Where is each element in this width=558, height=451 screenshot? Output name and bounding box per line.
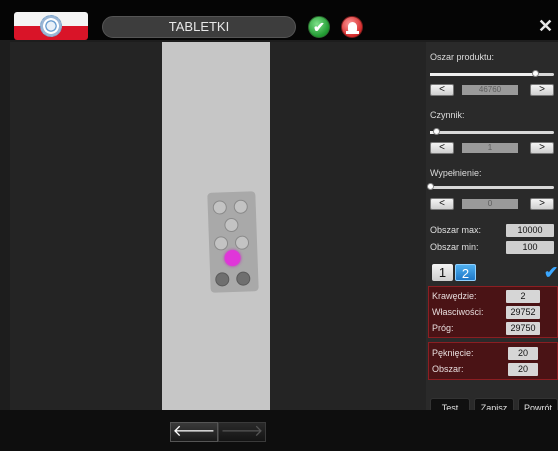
area-section: Oszar produktu: [430, 52, 558, 62]
pill-pocket [213, 236, 229, 251]
factor-increment-button[interactable]: > [530, 142, 554, 154]
camera-view [10, 42, 426, 410]
confirm-button[interactable]: ✔ [308, 16, 330, 38]
tab-2[interactable]: 2 [455, 264, 476, 281]
fill-stepper: < 0 > [430, 198, 554, 210]
threshold-label: Próg: [432, 323, 454, 333]
pill-pocket [233, 199, 249, 214]
settings-panel: Oszar produktu: < 46760 > Czynnik: < 1 >… [426, 42, 558, 418]
alarm-lamp-icon [348, 22, 357, 31]
poland-flag-logo [14, 12, 88, 40]
area-slider-fill [430, 73, 536, 76]
area-slider-knob[interactable] [532, 70, 540, 77]
area-decrement-button[interactable]: < [430, 84, 454, 96]
area-label: Oszar produktu: [430, 52, 495, 62]
factor-section: Czynnik: [430, 110, 558, 120]
factor-stepper: < 1 > [430, 142, 554, 154]
pill-pocket [234, 235, 250, 250]
area-value: 46760 [462, 85, 518, 95]
factor-decrement-button[interactable]: < [430, 142, 454, 154]
threshold-row: Próg: 29750 [432, 322, 554, 336]
area-max-label: Obszar max: [430, 225, 482, 235]
fill-label: Wypełnienie: [430, 168, 482, 178]
bottom-bar: 🡐 🡒 [0, 410, 558, 451]
next-image-button[interactable]: 🡒 [218, 422, 266, 442]
checkmark-icon: ✔ [544, 263, 558, 282]
pill-pocket [215, 272, 230, 287]
area-min-label: Obszar min: [430, 242, 479, 252]
area-increment-button[interactable]: > [530, 84, 554, 96]
close-button[interactable]: ✕ [538, 14, 558, 38]
fill-value: 0 [462, 199, 518, 209]
pill-pocket [236, 271, 251, 286]
factor-slider-knob[interactable] [433, 128, 441, 135]
emblem-icon [40, 15, 62, 37]
props-row: Własciwości: 29752 [432, 306, 554, 320]
pill-pocket [212, 200, 228, 215]
arrow-left-icon: 🡐 [172, 423, 216, 440]
fill-decrement-button[interactable]: < [430, 198, 454, 210]
fill-section: Wypełnienie: [430, 168, 558, 178]
area-slider[interactable] [430, 70, 554, 77]
crack-row: Pęknięcie: 20 [432, 347, 554, 361]
checkmark-icon: ✔ [313, 19, 325, 35]
fill-increment-button[interactable]: > [530, 198, 554, 210]
area-max-input[interactable]: 10000 [506, 224, 554, 237]
app-window: TABLETKI ✔ ✕ Oszar produktu: < 46760 > C… [0, 0, 558, 451]
edges-input[interactable]: 2 [506, 290, 540, 303]
blister-pack [207, 191, 259, 293]
window-title: TABLETKI [102, 16, 296, 38]
area-stepper: < 46760 > [430, 84, 554, 96]
image-navigation: 🡐 🡒 [170, 422, 266, 442]
fill-slider-knob[interactable] [427, 183, 434, 190]
crack-label: Pęknięcie: [432, 348, 474, 358]
area-min-input[interactable]: 100 [506, 241, 554, 254]
crack-area-input[interactable]: 20 [508, 363, 538, 376]
factor-value: 1 [462, 143, 518, 153]
area-min-row: Obszar min: 100 [430, 241, 554, 255]
fill-slider[interactable] [427, 183, 554, 190]
enable-checkbox[interactable]: ✔ [544, 264, 558, 282]
alarm-button[interactable] [341, 16, 363, 38]
detected-defect-marker [224, 249, 241, 267]
crack-settings-group: Pęknięcie: 20 Obszar: 20 [428, 342, 558, 380]
crack-area-row: Obszar: 20 [432, 363, 554, 377]
threshold-input[interactable]: 29750 [506, 322, 540, 335]
props-input[interactable]: 29752 [506, 306, 540, 319]
tab-1[interactable]: 1 [432, 264, 453, 281]
crack-area-label: Obszar: [432, 364, 464, 374]
pill-pocket [224, 217, 239, 233]
edge-settings-group: Krawędzie: 2 Własciwości: 29752 Próg: 29… [428, 286, 558, 338]
props-label: Własciwości: [432, 307, 484, 317]
arrow-right-icon: 🡒 [220, 423, 264, 440]
tab-bar: 1 2 ✔ [430, 264, 558, 282]
edges-label: Krawędzie: [432, 291, 477, 301]
crack-input[interactable]: 20 [508, 347, 538, 360]
factor-label: Czynnik: [430, 110, 465, 120]
previous-image-button[interactable]: 🡐 [170, 422, 218, 442]
factor-slider[interactable] [430, 128, 554, 135]
edges-row: Krawędzie: 2 [432, 290, 554, 304]
top-bar: TABLETKI ✔ ✕ [0, 0, 558, 40]
conveyor-image [162, 42, 270, 410]
area-max-row: Obszar max: 10000 [430, 224, 554, 238]
close-icon: ✕ [538, 16, 554, 36]
